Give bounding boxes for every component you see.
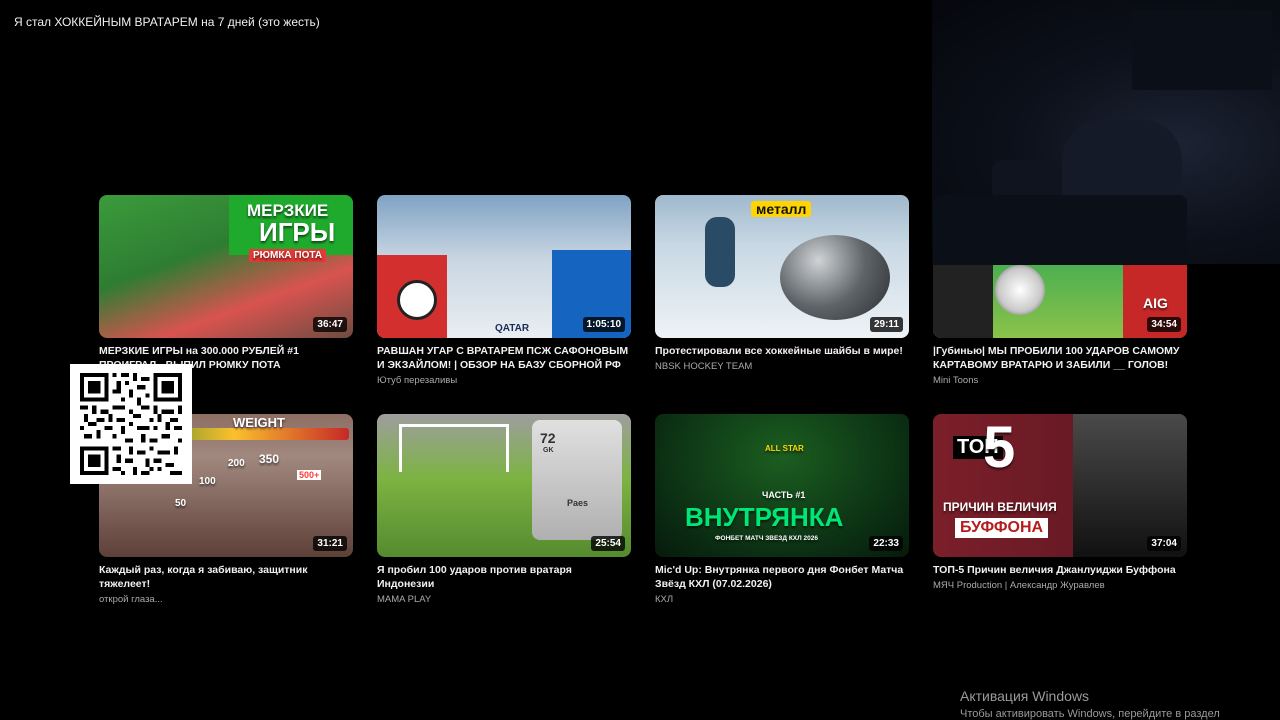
activation-title: Активация Windows [960,688,1090,704]
video-card[interactable]: ТОП 5 ПРИЧИН ВЕЛИЧИЯ БУФФОНА 37:04 ТОП-5… [933,414,1187,591]
thumb-text: ВНУТРЯНКА [685,502,844,532]
video-title-text[interactable]: РАВШАН УГАР С ВРАТАРЕМ ПСЖ САФОНОВЫМ И Э… [377,344,631,372]
duration-badge: 25:54 [591,536,625,551]
channel-name: МЯЧ Production | Александр Журавлев [933,580,1105,591]
video-title-text[interactable]: Я пробил 100 ударов против вратаря Индон… [377,563,631,591]
video-thumbnail[interactable]: металл 29:11 [655,195,909,338]
duration-badge: 34:54 [1147,317,1181,332]
video-thumbnail[interactable]: ТОП 5 ПРИЧИН ВЕЛИЧИЯ БУФФОНА 37:04 [933,414,1187,557]
qr-code-icon [80,373,182,475]
video-title-text[interactable]: Mic'd Up: Внутрянка первого дня Фонбет М… [655,563,909,591]
video-thumbnail[interactable]: 72 GK Paes 25:54 [377,414,631,557]
video-thumbnail[interactable]: МЕРЗКИЕ ИГРЫ РЮМКА ПОТА 36:47 [99,195,353,338]
thumb-text: 5 [983,415,1016,480]
thumb-text: РЮМКА ПОТА [249,249,327,262]
windows-activation-watermark: Активация Windows Чтобы активировать Win… [960,688,1220,720]
video-thumbnail[interactable]: AIG 34:54 [933,195,1187,338]
video-card[interactable]: ALL STAR ЧАСТЬ #1 ВНУТРЯНКА ФОНБЕТ МАТЧ … [655,414,909,605]
video-thumbnail[interactable]: QATAR 1:05:10 [377,195,631,338]
duration-badge: 37:04 [1147,536,1181,551]
duration-badge: 22:33 [869,536,903,551]
thumb-text: 72 [540,430,556,446]
thumb-text: ALL STAR [765,444,804,453]
channel-name: КХЛ [655,594,674,605]
video-card[interactable]: QATAR 1:05:10 РАВШАН УГАР С ВРАТАРЕМ ПСЖ… [377,195,631,386]
thumb-text: WEIGHT [233,415,285,430]
thumb-text: 50 [175,498,187,509]
video-title-text[interactable]: |Губинью| МЫ ПРОБИЛИ 100 УДАРОВ САМОМУ К… [933,344,1187,372]
video-title-text[interactable]: Каждый раз, когда я забиваю, защитник тя… [99,563,353,591]
thumb-text: ФОНБЕТ МАТЧ ЗВЕЗД КХЛ 2026 [715,535,818,542]
thumb-text: ПРИЧИН ВЕЛИЧИЯ [943,500,1057,514]
video-card[interactable]: AIG 34:54 |Губинью| МЫ ПРОБИЛИ 100 УДАРО… [933,195,1187,386]
duration-badge: 31:21 [313,536,347,551]
thumb-text: 200 [228,458,245,469]
webcam-background [1132,10,1272,90]
channel-name: открой глаза... [99,594,163,605]
thumb-text: GK [543,447,554,454]
thumb-text: металл [751,201,812,217]
qr-code [70,364,192,484]
video-card[interactable]: 72 GK Paes 25:54 Я пробил 100 ударов про… [377,414,631,605]
duration-badge: 29:11 [869,317,903,332]
video-title-text[interactable]: Протестировали все хоккейные шайбы в мир… [655,344,909,358]
thumb-text: 350 [259,452,280,466]
channel-name: Mini Toons [933,375,979,386]
activation-subtitle: Чтобы активировать Windows, перейдите в … [960,708,1220,720]
thumb-text: 500+ [297,470,322,480]
video-card[interactable]: металл 29:11 Протестировали все хоккейны… [655,195,909,372]
thumb-text: AIG [1143,295,1168,311]
thumb-text: Paes [567,498,589,508]
channel-name: Ютуб перезаливы [377,375,458,386]
duration-badge: 36:47 [313,317,347,332]
thumb-text: ЧАСТЬ #1 [762,490,806,500]
thumb-text: ИГРЫ [259,217,336,247]
video-thumbnail[interactable]: ALL STAR ЧАСТЬ #1 ВНУТРЯНКА ФОНБЕТ МАТЧ … [655,414,909,557]
video-card[interactable]: МЕРЗКИЕ ИГРЫ РЮМКА ПОТА 36:47 МЕРЗКИЕ ИГ… [99,195,353,386]
duration-badge: 1:05:10 [582,317,625,332]
thumb-text: 100 [199,476,216,487]
video-title-text[interactable]: ТОП-5 Причин величия Джанлуиджи Буффона [933,563,1187,577]
webcam-chair-arm [992,160,1062,200]
video-title[interactable]: Я стал ХОККЕЙНЫМ ВРАТАРЕМ на 7 дней (это… [14,15,320,29]
thumb-text: БУФФОНА [955,518,1049,538]
channel-name: MAMA PLAY [377,594,432,605]
thumb-text: QATAR [495,323,530,334]
channel-name: NBSK HOCKEY TEAM [655,361,753,372]
